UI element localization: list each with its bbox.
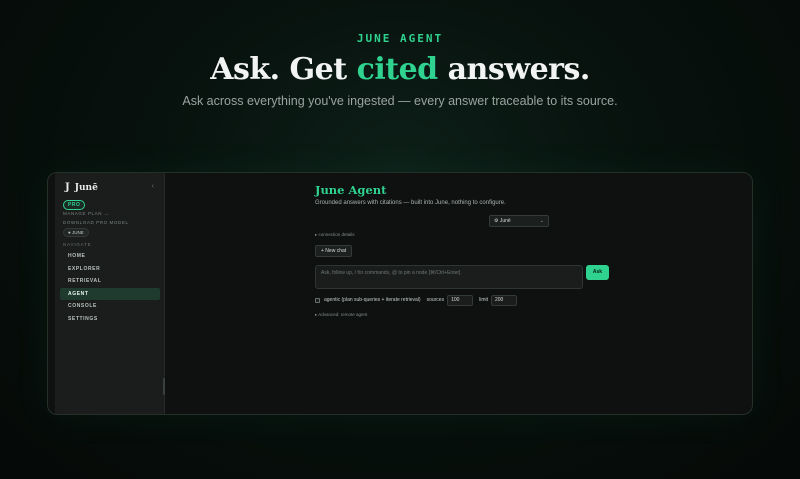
sidebar-item-explorer[interactable]: EXPLORER [60, 263, 160, 275]
brand-logo-icon: J [65, 182, 70, 193]
sidebar-item-retrieval[interactable]: RETRIEVAL [60, 275, 160, 287]
headline: Ask. Get cited answers. [0, 52, 800, 87]
agent-options: agentic (plan sub-queries + iterate retr… [315, 294, 517, 306]
brand-name: Junē [74, 182, 98, 193]
new-chat-button[interactable]: + New chat [315, 245, 353, 257]
model-chip[interactable]: ● JUNE [63, 228, 89, 237]
headline-after: answers. [437, 52, 591, 87]
sidebar-item-home[interactable]: HOME [60, 250, 160, 262]
limit-label: limit [479, 297, 488, 303]
sidebar: J Junē ‹ PRO MANAGE PLAN → DOWNLOAD PRO … [55, 173, 165, 414]
sources-label: sources [426, 297, 445, 303]
download-model-link[interactable]: DOWNLOAD PRO MODEL [63, 220, 129, 225]
app-window: J Junē ‹ PRO MANAGE PLAN → DOWNLOAD PRO … [47, 172, 753, 415]
page-subtitle: Grounded answers with citations — built … [315, 200, 506, 206]
model-select-value: ⚙ Junē [494, 218, 511, 224]
eyebrow: JUNE AGENT [356, 32, 444, 45]
brand[interactable]: J Junē [65, 182, 98, 193]
agentic-checkbox[interactable] [315, 297, 320, 303]
prompt-input[interactable]: Ask, follow up, / for commands, @ to pin… [315, 265, 583, 289]
sidebar-nav: HOME EXPLORER RETRIEVAL AGENT CONSOLE SE… [60, 250, 160, 325]
sidebar-item-settings[interactable]: SETTINGS [60, 313, 160, 325]
page-title: June Agent [315, 183, 387, 197]
headline-accent: cited [356, 52, 439, 87]
subline: Ask across everything you've ingested — … [182, 94, 618, 108]
agentic-label: agentic (plan sub-queries + iterate retr… [324, 297, 421, 303]
advanced-remote-agent-toggle[interactable]: ▸ Advanced: remote agent [315, 312, 367, 318]
plan-badge: PRO [63, 200, 86, 210]
sidebar-item-console[interactable]: CONSOLE [60, 300, 160, 312]
headline-before: Ask. Get [210, 52, 357, 87]
manage-plan-link[interactable]: MANAGE PLAN → [63, 211, 109, 216]
sidebar-item-agent[interactable]: AGENT [60, 287, 160, 300]
model-select[interactable]: ⚙ Junē ⌄ [489, 215, 549, 227]
nav-section-label: NAVIGATE [63, 242, 92, 247]
chevron-down-icon: ⌄ [539, 218, 544, 224]
limit-input[interactable]: 200 [490, 294, 517, 306]
ask-button[interactable]: Ask [586, 265, 609, 280]
collapse-sidebar-icon[interactable]: ‹ [152, 183, 154, 190]
main-panel: June Agent Grounded answers with citatio… [165, 173, 752, 414]
sources-input[interactable]: 100 [447, 294, 474, 306]
connection-details-toggle[interactable]: ▸ connection details [315, 232, 355, 238]
